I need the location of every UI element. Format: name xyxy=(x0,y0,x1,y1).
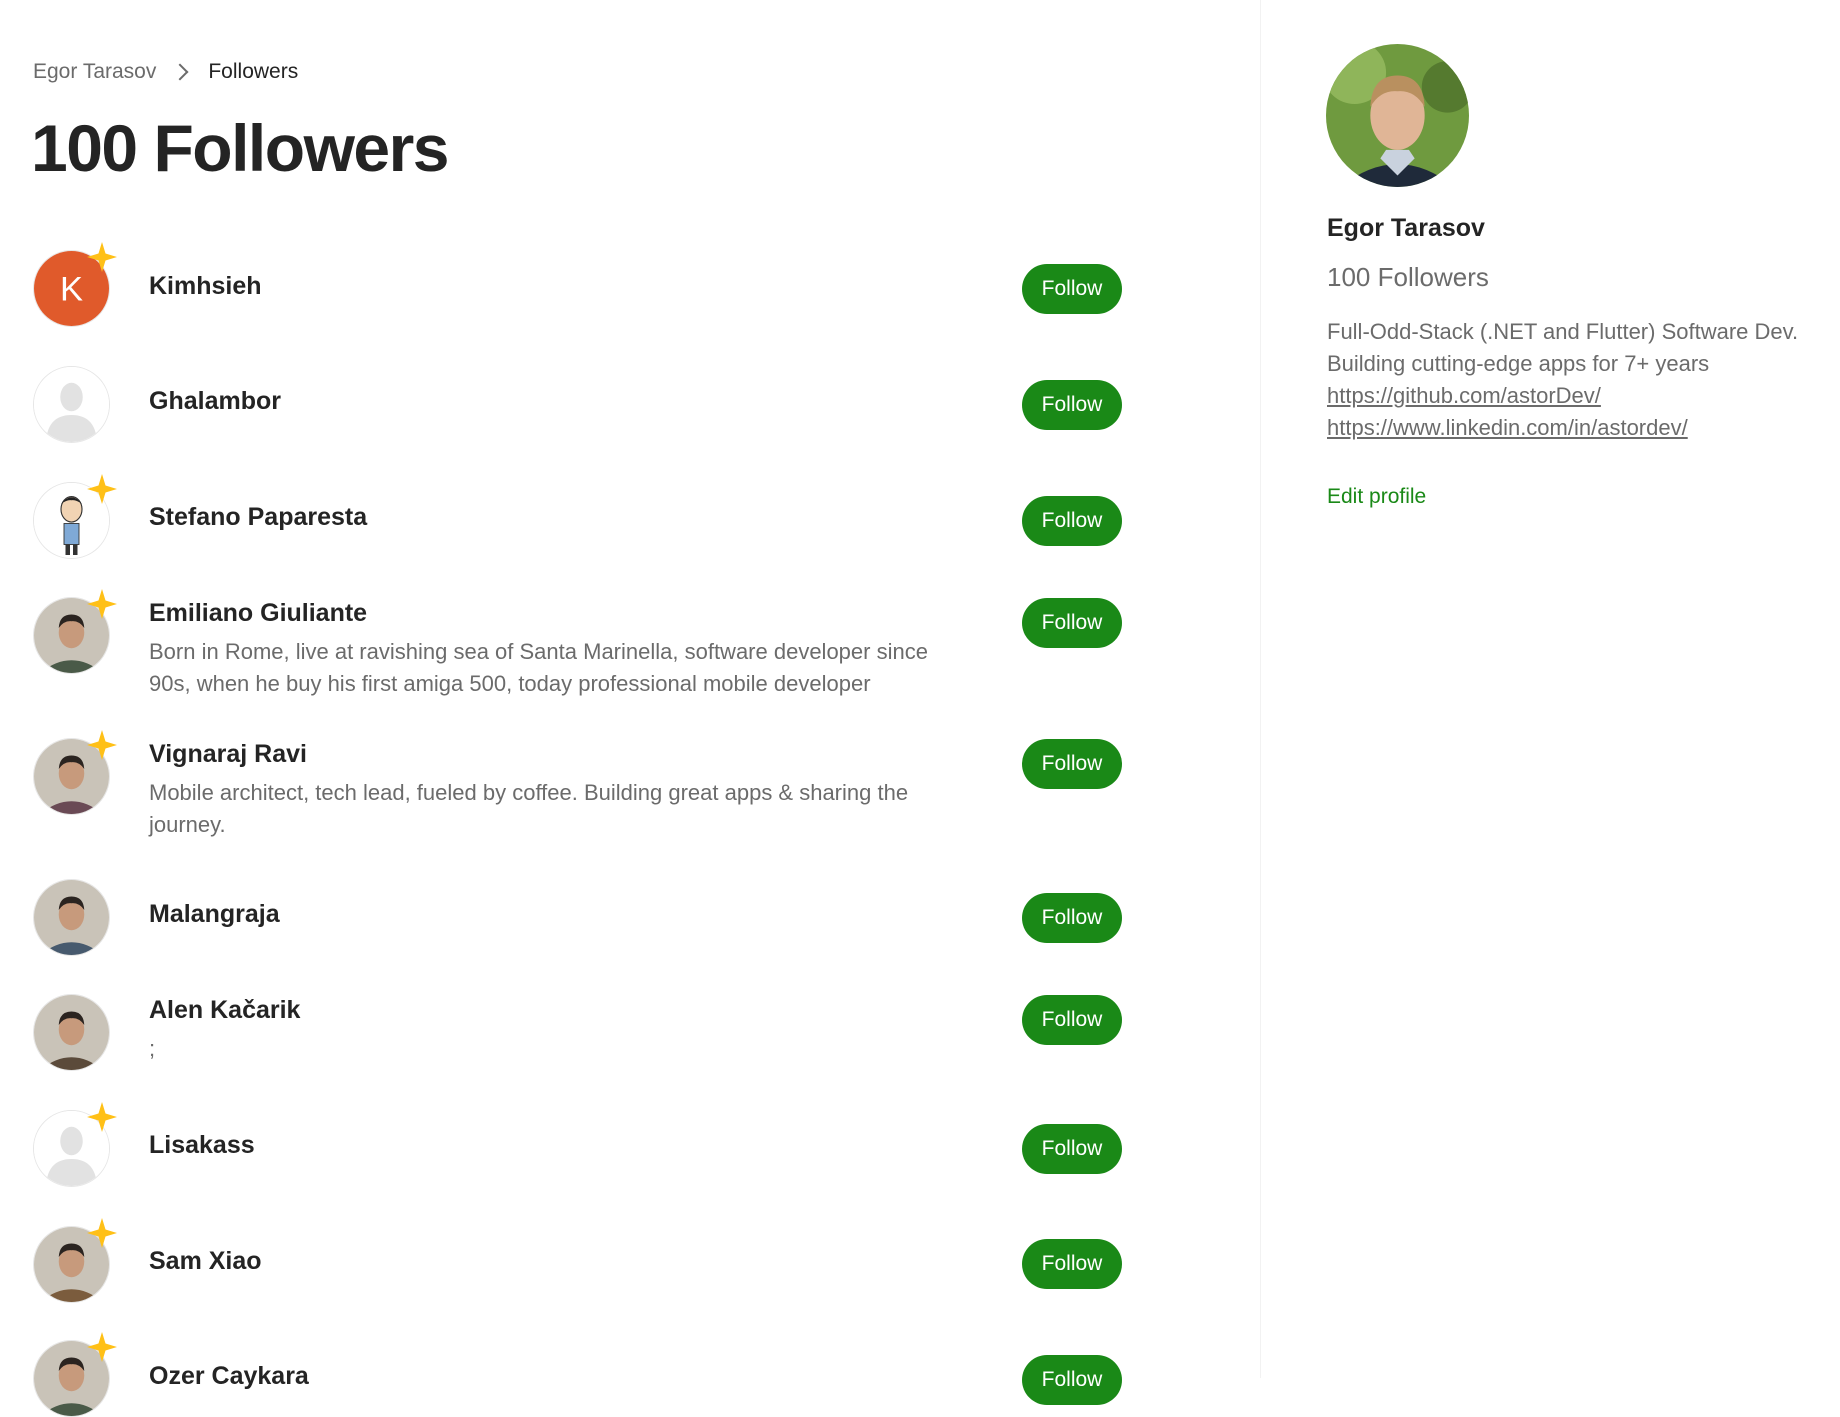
profile-photo-image xyxy=(1326,44,1469,187)
follow-button[interactable]: Follow xyxy=(1022,1355,1122,1405)
github-link[interactable]: https://github.com/astorDev/ xyxy=(1327,380,1840,412)
follow-button[interactable]: Follow xyxy=(1022,264,1122,314)
member-star-icon xyxy=(87,1332,117,1362)
member-star-icon xyxy=(87,1102,117,1132)
profile-bio-line: Full-Odd-Stack (.NET and Flutter) Softwa… xyxy=(1327,319,1799,344)
breadcrumb-current: Followers xyxy=(208,60,299,83)
profile-sidebar: Egor Tarasov 100 Followers Full-Odd-Stac… xyxy=(1261,0,1840,1378)
member-star-icon xyxy=(87,730,117,760)
follow-button[interactable]: Follow xyxy=(1022,598,1122,648)
follow-button[interactable]: Follow xyxy=(1022,893,1122,943)
follower-avatar[interactable] xyxy=(33,366,110,443)
profile-bio: Full-Odd-Stack (.NET and Flutter) Softwa… xyxy=(1327,316,1840,444)
follower-bio: ; xyxy=(149,1036,156,1061)
follower-name[interactable]: Ghalambor xyxy=(149,387,281,416)
follow-button[interactable]: Follow xyxy=(1022,739,1122,789)
follow-button[interactable]: Follow xyxy=(1022,1124,1122,1174)
breadcrumb: Egor Tarasov Followers xyxy=(33,60,298,84)
follower-name[interactable]: Lisakass xyxy=(149,1131,255,1160)
chevron-right-icon xyxy=(171,63,189,81)
follower-name[interactable]: Sam Xiao xyxy=(149,1247,262,1276)
svg-text:K: K xyxy=(60,271,83,309)
follower-avatar[interactable] xyxy=(33,879,110,956)
profile-avatar[interactable] xyxy=(1326,44,1469,187)
follower-name[interactable]: Alen Kačarik xyxy=(149,996,300,1025)
edit-profile-link[interactable]: Edit profile xyxy=(1327,485,1426,509)
follower-name[interactable]: Emiliano Giuliante xyxy=(149,599,367,628)
follow-button[interactable]: Follow xyxy=(1022,995,1122,1045)
breadcrumb-parent-link[interactable]: Egor Tarasov xyxy=(33,60,156,84)
linkedin-link[interactable]: https://www.linkedin.com/in/astordev/ xyxy=(1327,412,1840,444)
member-star-icon xyxy=(87,1218,117,1248)
follower-name[interactable]: Kimhsieh xyxy=(149,272,262,301)
follow-button[interactable]: Follow xyxy=(1022,496,1122,546)
follower-bio: Mobile architect, tech lead, fueled by c… xyxy=(149,780,909,837)
follow-button[interactable]: Follow xyxy=(1022,380,1122,430)
profile-follower-count[interactable]: 100 Followers xyxy=(1327,262,1489,293)
member-star-icon xyxy=(87,242,117,272)
profile-name[interactable]: Egor Tarasov xyxy=(1327,214,1485,243)
follower-name[interactable]: Malangraja xyxy=(149,900,280,929)
follower-avatar[interactable] xyxy=(33,994,110,1071)
member-star-icon xyxy=(87,589,117,619)
followers-main: Egor Tarasov Followers 100 Followers K Ki… xyxy=(0,0,1260,1417)
profile-bio-line: Building cutting-edge apps for 7+ years xyxy=(1327,351,1710,376)
follower-name[interactable]: Ozer Caykara xyxy=(149,1362,309,1391)
follower-name[interactable]: Vignaraj Ravi xyxy=(149,740,307,769)
follower-bio: Born in Rome, live at ravishing sea of S… xyxy=(149,639,928,696)
member-star-icon xyxy=(87,474,117,504)
follower-name[interactable]: Stefano Paparesta xyxy=(149,503,367,532)
follow-button[interactable]: Follow xyxy=(1022,1239,1122,1289)
page-title: 100 Followers xyxy=(31,111,450,185)
